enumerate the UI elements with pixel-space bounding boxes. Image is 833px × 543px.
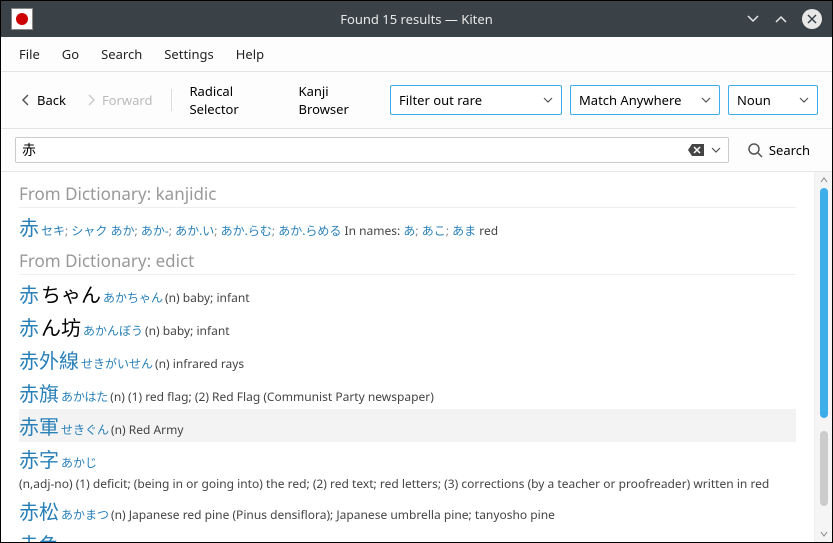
entry-word-link[interactable]: 赤字 <box>19 444 59 473</box>
toolbar: Back Forward Radical Selector Kanji Brow… <box>1 72 832 129</box>
entry-definition: (n) (1) red flag; (2) Red Flag (Communis… <box>110 388 434 405</box>
entry-reading[interactable]: あかちゃん <box>103 289 163 306</box>
searchbar: Search <box>1 129 832 172</box>
kanjidic-entry: 赤 セキ; シャク あか; あか-; あか.い; あか.らむ; あか.らめる I… <box>19 210 796 243</box>
menu-settings[interactable]: Settings <box>164 45 213 63</box>
entry-definition: (n) infrared rays <box>155 355 244 372</box>
chevron-right-icon <box>86 94 96 106</box>
entry-word-link[interactable]: 赤 <box>19 312 39 341</box>
entry-meaning: red <box>476 222 498 239</box>
scroll-up-icon[interactable] <box>820 172 828 188</box>
dict-header-kanjidic: From Dictionary: kanjidic <box>19 176 796 208</box>
reading-link[interactable]: あか.らむ <box>221 222 272 239</box>
pos-dropdown[interactable]: Noun <box>728 85 818 115</box>
reading-link[interactable]: あか <box>111 222 135 239</box>
chevron-down-icon <box>799 96 809 104</box>
minimize-icon[interactable] <box>746 12 760 26</box>
edict-entry: 赤軍 せきぐん(n) Red Army <box>19 409 796 442</box>
chevron-left-icon <box>21 94 31 106</box>
entry-definition: (n) Japanese red pine (Pinus densiflora)… <box>111 506 555 523</box>
titlebar: Found 15 results — Kiten <box>1 1 832 37</box>
clear-input-icon[interactable] <box>688 144 704 156</box>
radical-selector-button[interactable]: Radical Selector <box>183 78 284 122</box>
search-input-container[interactable] <box>15 137 729 163</box>
app-icon <box>11 8 33 30</box>
entry-word-plain: ん坊 <box>41 312 81 341</box>
search-button[interactable]: Search <box>739 137 818 163</box>
entry-word-link[interactable]: 赤外線 <box>19 345 79 374</box>
entry-reading[interactable]: あかんぼう <box>83 322 143 339</box>
entry-reading[interactable]: あかまつ <box>61 506 109 523</box>
search-input[interactable] <box>22 142 688 158</box>
entry-word-plain: ちゃん <box>41 279 101 308</box>
pos-label: Noun <box>737 91 771 109</box>
kanji-browser-button[interactable]: Kanji Browser <box>293 78 382 122</box>
maximize-icon[interactable] <box>774 12 788 26</box>
separator <box>171 89 172 111</box>
entry-word-link[interactable]: 赤色 <box>19 529 59 542</box>
edict-entry: 赤字 あかじ (n,adj-no) (1) deficit; (being in … <box>19 442 796 494</box>
forward-button: Forward <box>80 87 159 113</box>
entry-definition: (n) Red Army <box>111 421 183 438</box>
in-names-label: In names: <box>341 222 403 239</box>
entry-definition: (n) baby; infant <box>145 322 230 339</box>
chevron-down-icon[interactable] <box>710 145 722 155</box>
entry-word-link[interactable]: 赤旗 <box>19 378 59 407</box>
entry-reading[interactable]: せきしょく <box>61 539 121 542</box>
reading-link[interactable]: あか.い <box>175 222 214 239</box>
reading-link[interactable]: あ <box>403 222 415 239</box>
entry-definition: (adj-na,n,adj-no) red <box>123 539 237 542</box>
reading-link[interactable]: あこ <box>422 222 446 239</box>
edict-entry: 赤ん坊 あかんぼう(n) baby; infant <box>19 310 796 343</box>
entry-reading[interactable]: あかじ <box>61 454 97 471</box>
entry-definition: (n,adj-no) (1) deficit; (being in or goi… <box>19 475 769 492</box>
forward-label: Forward <box>102 91 153 109</box>
search-button-label: Search <box>769 141 810 159</box>
edict-entry: 赤色 せきしょく(adj-na,n,adj-no) red <box>19 527 796 542</box>
close-icon <box>807 14 817 24</box>
match-label: Match Anywhere <box>579 91 681 109</box>
search-icon <box>747 142 763 158</box>
chevron-down-icon <box>701 96 711 104</box>
menu-go[interactable]: Go <box>62 45 79 63</box>
entry-definition: (n) baby; infant <box>165 289 250 306</box>
scroll-thumb[interactable] <box>820 188 828 418</box>
scrollbar[interactable] <box>814 172 832 542</box>
reading-link[interactable]: セキ <box>41 222 65 239</box>
scroll-track[interactable] <box>815 188 832 526</box>
menu-search[interactable]: Search <box>101 45 142 63</box>
chevron-down-icon <box>543 96 553 104</box>
entry-reading[interactable]: せきがいせん <box>81 355 153 372</box>
edict-entry: 赤松 あかまつ(n) Japanese red pine (Pinus dens… <box>19 494 796 527</box>
menu-file[interactable]: File <box>19 45 40 63</box>
entry-kanji[interactable]: 赤 <box>19 212 39 241</box>
edict-entry: 赤外線 せきがいせん(n) infrared rays <box>19 343 796 376</box>
window-title: Found 15 results — Kiten <box>340 10 493 28</box>
filter-dropdown[interactable]: Filter out rare <box>390 85 562 115</box>
back-button[interactable]: Back <box>15 87 72 113</box>
entry-word-link[interactable]: 赤軍 <box>19 411 59 440</box>
scroll-track-remainder <box>820 431 828 505</box>
edict-entry: 赤旗 あかはた(n) (1) red flag; (2) Red Flag (C… <box>19 376 796 409</box>
reading-link[interactable]: あか- <box>141 222 169 239</box>
entry-reading[interactable]: あかはた <box>61 388 108 405</box>
results-pane: From Dictionary: kanjidic 赤 セキ; シャク あか; … <box>1 172 814 542</box>
reading-link[interactable]: シャク <box>71 222 107 239</box>
match-dropdown[interactable]: Match Anywhere <box>570 85 720 115</box>
menu-help[interactable]: Help <box>236 45 264 63</box>
menubar: File Go Search Settings Help <box>1 37 832 72</box>
entry-word-link[interactable]: 赤 <box>19 279 39 308</box>
entry-reading[interactable]: せきぐん <box>61 421 109 438</box>
back-label: Back <box>37 91 66 109</box>
filter-label: Filter out rare <box>399 91 482 109</box>
edict-entry: 赤ちゃん あかちゃん(n) baby; infant <box>19 277 796 310</box>
dict-header-edict: From Dictionary: edict <box>19 243 796 275</box>
scroll-down-icon[interactable] <box>820 526 828 542</box>
close-button[interactable] <box>802 9 822 29</box>
reading-link[interactable]: あか.らめる <box>278 222 341 239</box>
entry-word-link[interactable]: 赤松 <box>19 496 59 525</box>
reading-link[interactable]: あま <box>452 222 476 239</box>
